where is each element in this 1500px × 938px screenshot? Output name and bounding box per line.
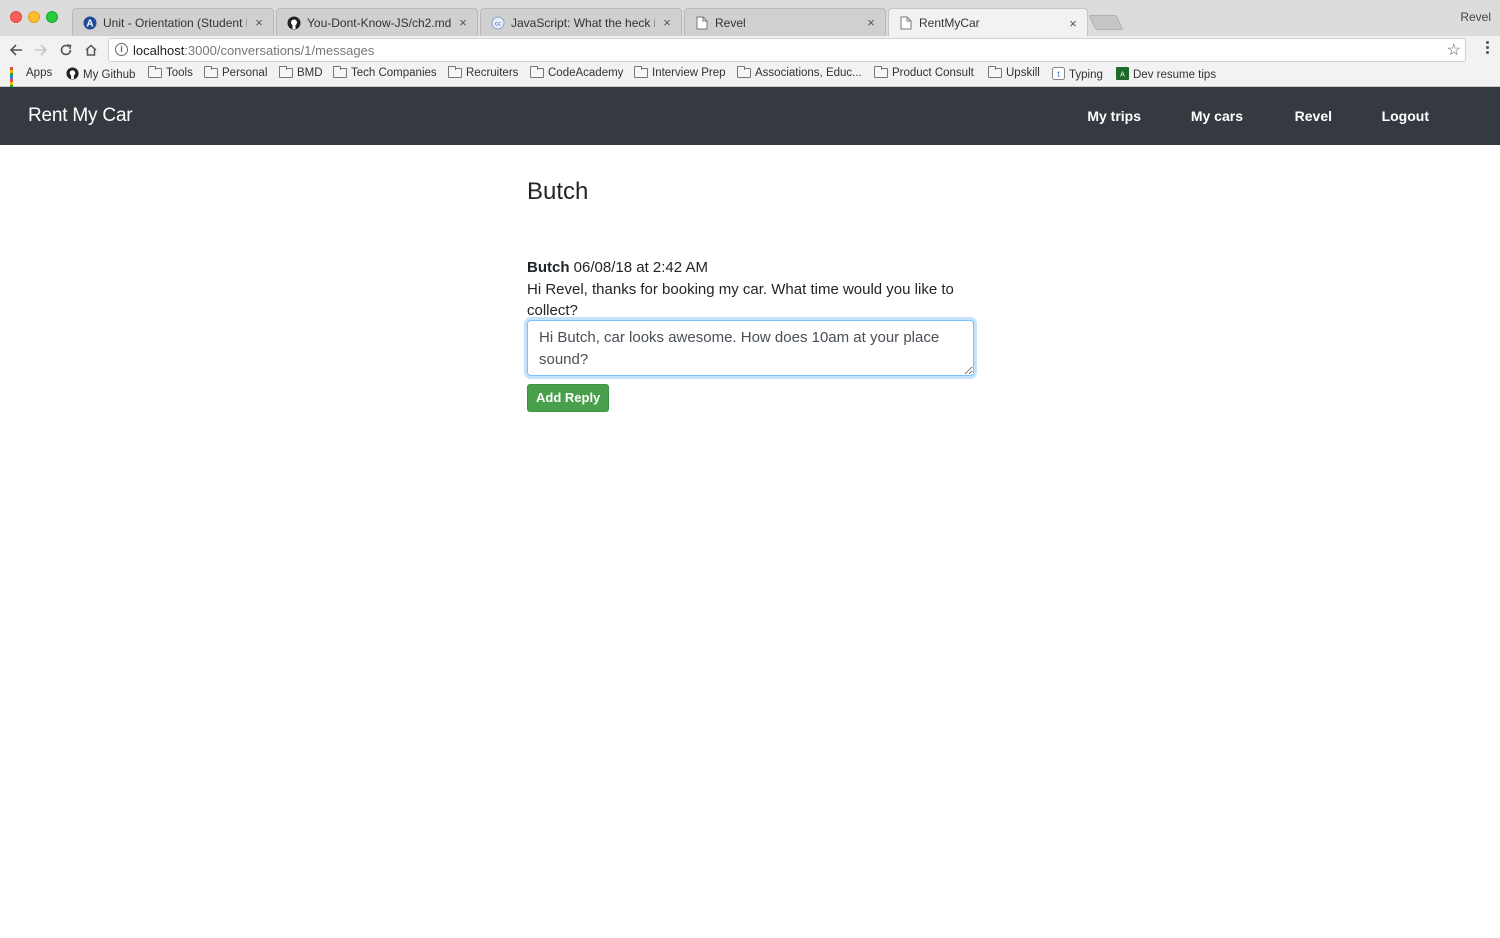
bookmark-folder[interactable]: BMD [279,66,323,79]
tab-close-icon[interactable]: × [865,15,877,30]
bookmark-folder[interactable]: Recruiters [448,66,518,79]
typing-icon: t [1052,67,1065,83]
add-reply-button[interactable]: Add Reply [527,384,610,412]
svg-text:cc: cc [495,21,501,27]
browser-tab[interactable]: A Unit - Orientation (Student Ha × [72,8,274,36]
folder-icon [448,66,462,78]
brand-link[interactable]: Rent My Car [28,105,133,127]
window-minimize-button[interactable] [28,11,40,23]
reply-textarea[interactable]: Hi Butch, car looks awesome. How does 10… [527,320,974,376]
site-icon: cc [491,16,505,30]
browser-tab-active[interactable]: RentMyCar × [888,8,1088,37]
tab-close-icon[interactable]: × [253,15,265,30]
message-body: Hi Revel, thanks for booking my car. Wha… [527,280,954,320]
window-close-button[interactable] [10,11,22,23]
tab-title: RentMyCar [919,16,980,30]
home-icon[interactable] [80,39,102,61]
message-author: Butch [527,259,570,276]
nav-link-profile[interactable]: Revel [1295,108,1332,124]
folder-icon [737,66,751,78]
bookmark-folder[interactable]: CodeAcademy [530,66,623,79]
tab-title: You-Dont-Know-JS/ch2.md at [307,15,451,30]
message-item: Butch 06/08/18 at 2:42 AM Hi Revel, than… [527,257,975,322]
apps-grid-icon [10,67,22,94]
nav-link-logout[interactable]: Logout [1382,108,1429,124]
folder-icon [279,66,293,78]
new-tab-button[interactable] [1088,15,1124,30]
tab-title: Unit - Orientation (Student Ha [103,15,247,30]
bookmark-item[interactable]: Apps [10,67,52,94]
bookmark-folder[interactable]: Upskill [988,66,1040,79]
folder-icon [148,66,162,78]
bookmark-folder[interactable]: Interview Prep [634,66,726,79]
tab-close-icon[interactable]: × [457,15,469,30]
svg-text:A: A [86,18,93,29]
tab-title: JavaScript: What the heck is a [511,15,655,30]
github-icon [287,16,301,30]
address-url: localhost:3000/conversations/1/messages [133,43,375,58]
bookmark-folder[interactable]: Tools [148,66,193,79]
tab-close-icon[interactable]: × [661,15,673,30]
nav-link-my-trips[interactable]: My trips [1087,108,1141,124]
browser-toolbar: i localhost:3000/conversations/1/message… [0,36,1500,64]
bookmark-folder[interactable]: Product Consult [874,66,974,79]
bookmark-item[interactable]: My Github [66,67,135,83]
folder-icon [530,66,544,78]
window-zoom-button[interactable] [46,11,58,23]
address-bar[interactable]: i localhost:3000/conversations/1/message… [108,38,1466,62]
page-title: Butch [527,178,589,205]
codeacademy-a-icon: A [83,16,97,30]
browser-tab-strip: A Unit - Orientation (Student Ha × You-D… [0,0,1500,37]
tab-title: Revel [715,15,746,30]
folder-icon [634,66,648,78]
browser-tab[interactable]: Revel × [684,8,886,36]
bookmark-folder[interactable]: Associations, Educ... [737,66,862,79]
browser-tab[interactable]: cc JavaScript: What the heck is a × [480,8,682,36]
folder-icon [988,66,1002,78]
page-icon [695,16,709,30]
bookmark-item[interactable]: t Typing [1052,67,1103,83]
bookmark-item[interactable]: A Dev resume tips [1116,67,1216,83]
bookmark-folder[interactable]: Tech Companies [333,66,437,79]
bookmark-star-icon[interactable]: ☆ [1447,40,1461,60]
browser-menu-icon[interactable] [1486,41,1490,54]
folder-icon [874,66,888,78]
site-info-icon[interactable]: i [115,43,128,56]
back-arrow-icon[interactable] [5,39,27,61]
page-icon [899,16,913,30]
folder-icon [333,66,347,78]
nav-link-my-cars[interactable]: My cars [1191,108,1243,124]
svg-text:A: A [1120,72,1125,79]
message-header: Butch 06/08/18 at 2:42 AM [527,257,975,279]
message-timestamp: 06/08/18 at 2:42 AM [573,259,708,276]
browser-tab[interactable]: You-Dont-Know-JS/ch2.md at × [276,8,478,36]
bookmark-folder[interactable]: Personal [204,66,267,79]
folder-icon [204,66,218,78]
browser-profile-name[interactable]: Revel [1460,10,1491,24]
app-navbar: Rent My Car My trips My cars Revel Logou… [0,87,1500,145]
github-icon [66,67,79,83]
bookmarks-bar: Apps My Github Tools Personal BMD Tech C… [0,64,1500,94]
reload-icon[interactable] [55,39,77,61]
forward-arrow-icon[interactable] [30,39,52,61]
bookmark-site-icon: A [1116,67,1129,83]
tab-close-icon[interactable]: × [1067,16,1079,31]
